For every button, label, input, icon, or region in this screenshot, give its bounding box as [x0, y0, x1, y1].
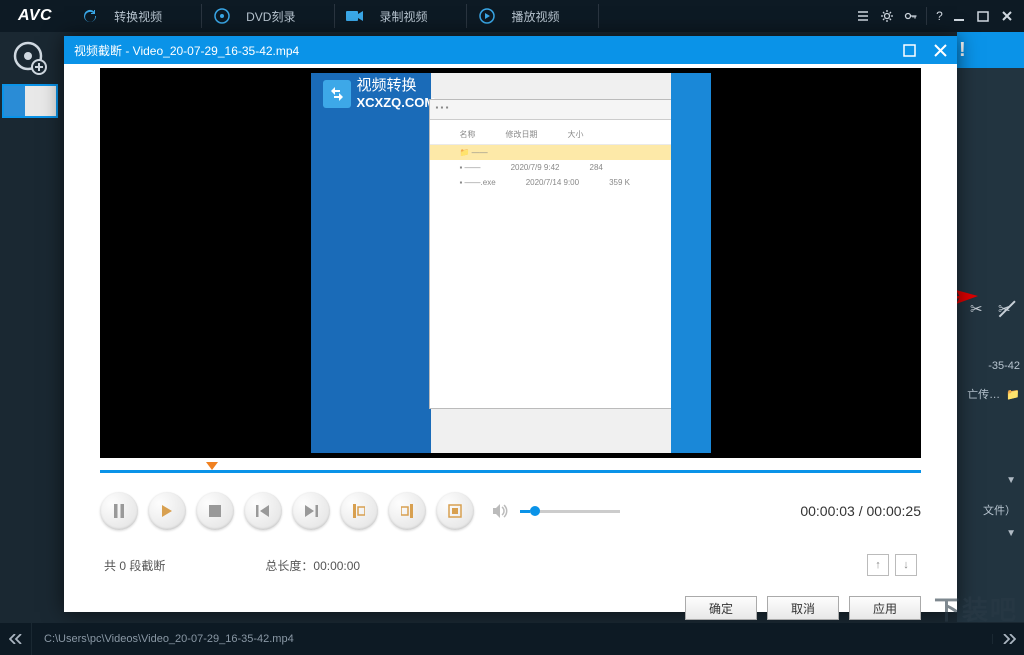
- dropdown-arrow-icon[interactable]: ▼: [1006, 475, 1016, 486]
- dialog-buttons: 确定 取消 应用: [64, 576, 957, 620]
- gear-icon[interactable]: [878, 7, 896, 25]
- play-icon: [477, 6, 497, 26]
- tab-play[interactable]: 播放视频: [467, 0, 599, 32]
- volume-slider[interactable]: [520, 510, 620, 513]
- video-thumbnail[interactable]: [2, 84, 58, 118]
- transport-controls: 00:00:03 / 00:00:25: [64, 478, 957, 530]
- scissors-icon[interactable]: ✂: [970, 300, 990, 320]
- scissors-disabled-icon[interactable]: ✂: [998, 300, 1018, 320]
- close-button[interactable]: [998, 7, 1016, 25]
- tab-label: DVD刻录: [246, 8, 295, 25]
- add-disc-button[interactable]: [12, 40, 48, 76]
- tab-dvd[interactable]: DVD刻录: [202, 0, 335, 32]
- site-watermark: 下装吧: [934, 590, 1018, 627]
- thumbnail-list: [0, 84, 60, 118]
- scrubber-marker[interactable]: [206, 462, 218, 470]
- trim-tools: ✂ ✂: [970, 300, 1018, 320]
- file-path: C:\Users\pc\Videos\Video_20-07-29_16-35-…: [32, 633, 294, 645]
- video-watermark: 视频转换 XCXZQ.COM: [323, 77, 436, 111]
- tab-label: 播放视频: [511, 8, 559, 25]
- format-fragment: 文件）: [983, 502, 1016, 518]
- next-button[interactable]: [292, 492, 330, 530]
- collapse-left-button[interactable]: [0, 623, 32, 655]
- left-toolbar: [0, 32, 60, 622]
- move-down-button[interactable]: ↓: [895, 554, 917, 576]
- watermark-site: XCXZQ.COM: [357, 95, 436, 111]
- upload-fragment: 亡传… 📁: [960, 386, 1020, 402]
- tab-record[interactable]: 录制视频: [335, 0, 467, 32]
- dialog-maximize-button[interactable]: [903, 44, 916, 57]
- trim-dialog: 视频截断 - Video_20-07-29_16-35-42.mp4 视频转换 …: [64, 36, 957, 612]
- tab-label: 转换视频: [114, 8, 162, 25]
- stop-button[interactable]: [196, 492, 234, 530]
- file-name-fragment: -35-42: [960, 360, 1020, 372]
- convert-icon: [323, 80, 351, 108]
- preview-content: ▪ ▪ ▪ 名称修改日期大小 📁 —— ▪ ——2020/7/9 9:42284…: [429, 99, 699, 409]
- play-button[interactable]: [148, 492, 186, 530]
- list-icon[interactable]: [854, 7, 872, 25]
- scrubber-track: [100, 470, 921, 473]
- refresh-icon: [80, 6, 100, 26]
- alert-icon: !: [959, 39, 966, 62]
- dialog-title: 视频截断 - Video_20-07-29_16-35-42.mp4: [74, 42, 299, 59]
- watermark-label: 视频转换: [357, 77, 436, 95]
- dialog-titlebar[interactable]: 视频截断 - Video_20-07-29_16-35-42.mp4: [64, 36, 957, 64]
- pause-button[interactable]: [100, 492, 138, 530]
- move-up-button[interactable]: ↑: [867, 554, 889, 576]
- ok-button[interactable]: 确定: [685, 596, 757, 620]
- trim-stats: 共 0 段截断 总长度：00:00:00 ↑ ↓: [64, 530, 957, 576]
- time-display: 00:00:03 / 00:00:25: [800, 503, 921, 519]
- dialog-close-button[interactable]: [934, 44, 947, 57]
- total-duration: 总长度：00:00:00: [265, 557, 360, 574]
- volume-icon[interactable]: [492, 503, 510, 519]
- system-buttons: ?: [854, 7, 1024, 25]
- maximize-button[interactable]: [974, 7, 992, 25]
- segment-count: 共 0 段截断: [104, 557, 165, 574]
- video-preview[interactable]: 视频转换 XCXZQ.COM ▪ ▪ ▪ 名称修改日期大小 📁 —— ▪ ——2…: [100, 68, 921, 458]
- camera-icon: [345, 6, 365, 26]
- snapshot-button[interactable]: [436, 492, 474, 530]
- video-frame: 视频转换 XCXZQ.COM ▪ ▪ ▪ 名称修改日期大小 📁 —— ▪ ——2…: [311, 73, 711, 453]
- disc-icon: [212, 6, 232, 26]
- tab-label: 录制视频: [379, 8, 427, 25]
- minimize-button[interactable]: [950, 7, 968, 25]
- tab-convert[interactable]: 转换视频: [70, 0, 202, 32]
- cancel-button[interactable]: 取消: [767, 596, 839, 620]
- apply-button[interactable]: 应用: [849, 596, 921, 620]
- mark-out-button[interactable]: [388, 492, 426, 530]
- top-menu-bar: AVC 转换视频 DVD刻录 录制视频 播放视频 ?: [0, 0, 1024, 32]
- dropdown-arrow-icon[interactable]: ▼: [1006, 528, 1016, 539]
- key-icon[interactable]: [902, 7, 920, 25]
- prev-button[interactable]: [244, 492, 282, 530]
- folder-icon[interactable]: 📁: [1006, 388, 1020, 401]
- app-logo: AVC: [0, 7, 70, 25]
- collapse-right-button[interactable]: [992, 634, 1024, 644]
- volume-control: [492, 503, 620, 519]
- status-bar: C:\Users\pc\Videos\Video_20-07-29_16-35-…: [0, 623, 1024, 655]
- right-panel-header: !: [957, 32, 1024, 68]
- help-icon[interactable]: ?: [926, 7, 944, 25]
- video-scrubber[interactable]: [100, 464, 921, 478]
- mark-in-button[interactable]: [340, 492, 378, 530]
